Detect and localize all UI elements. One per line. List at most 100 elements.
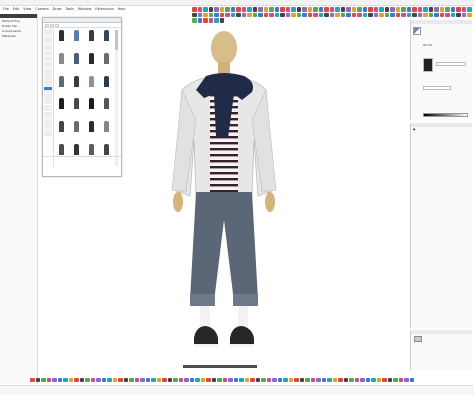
tab-edit[interactable]	[428, 44, 432, 46]
toolbar-tool-icon[interactable]	[390, 7, 395, 12]
library-thumbnail[interactable]	[100, 121, 113, 137]
toolbar-tool-icon[interactable]	[101, 377, 106, 383]
toolbar-tool-icon[interactable]	[461, 7, 466, 12]
toolbar-tool-icon[interactable]	[398, 377, 403, 383]
toolbar-tool-icon[interactable]	[305, 377, 310, 383]
toolbar-tool-icon[interactable]	[118, 377, 123, 383]
toolbar-tool-icon[interactable]	[329, 12, 334, 17]
toolbar-tool-icon[interactable]	[208, 7, 213, 12]
toolbar-tool-icon[interactable]	[258, 7, 263, 12]
toolbar-tool-icon[interactable]	[192, 7, 197, 12]
toolbar-tool-icon[interactable]	[384, 12, 389, 17]
toolbar-tool-icon[interactable]	[318, 12, 323, 17]
toolbar-tool-icon[interactable]	[401, 12, 406, 17]
toolbar-tool-icon[interactable]	[241, 7, 246, 12]
component-library-window[interactable]	[42, 17, 122, 177]
toolbar-tool-icon[interactable]	[428, 12, 433, 17]
toolbar-tool-icon[interactable]	[247, 12, 252, 17]
toolbar-tool-icon[interactable]	[134, 377, 139, 383]
toolbar-tool-icon[interactable]	[230, 7, 235, 12]
toolbar-tool-icon[interactable]	[52, 377, 57, 383]
toolbar-tool-icon[interactable]	[467, 7, 472, 12]
toolbar-tool-icon[interactable]	[417, 7, 422, 12]
library-thumbnail[interactable]	[85, 98, 98, 114]
toolbar-tool-icon[interactable]	[239, 377, 244, 383]
toolbar-tool-icon[interactable]	[294, 377, 299, 383]
toolbar-tool-icon[interactable]	[250, 377, 255, 383]
toolbar-tool-icon[interactable]	[272, 377, 277, 383]
library-thumbnail[interactable]	[55, 121, 68, 137]
menu-item[interactable]: Edit	[13, 7, 20, 11]
toolbar-tool-icon[interactable]	[244, 377, 249, 383]
tab-browse[interactable]	[423, 44, 427, 46]
toolbar-tool-icon[interactable]	[96, 377, 101, 383]
toolbar-tool-icon[interactable]	[439, 7, 444, 12]
toolbar-tool-icon[interactable]	[68, 377, 73, 383]
toolbar-tool-icon[interactable]	[283, 377, 288, 383]
toolbar-tool-icon[interactable]	[90, 377, 95, 383]
menu-item[interactable]: Window	[78, 7, 91, 11]
toolbar-tool-icon[interactable]	[346, 7, 351, 12]
toolbar-tool-icon[interactable]	[362, 12, 367, 17]
toolbar-tool-icon[interactable]	[404, 377, 409, 383]
toolbar-tool-icon[interactable]	[74, 377, 79, 383]
toolbar-tool-icon[interactable]	[219, 7, 224, 12]
toolbar-tool-icon[interactable]	[445, 7, 450, 12]
toolbar-tool-icon[interactable]	[222, 377, 227, 383]
toolbar-tool-icon[interactable]	[230, 12, 235, 17]
toolbar-tool-icon[interactable]	[151, 377, 156, 383]
menu-item[interactable]: Extensions	[95, 7, 113, 11]
toolbar-tool-icon[interactable]	[360, 377, 365, 383]
toolbar-tool-icon[interactable]	[241, 12, 246, 17]
library-thumbnail[interactable]	[55, 98, 68, 114]
toolbar-tool-icon[interactable]	[225, 7, 230, 12]
toolbar-tool-icon[interactable]	[291, 12, 296, 17]
toolbar-tool-icon[interactable]	[318, 7, 323, 12]
toolbar-tool-icon[interactable]	[211, 377, 216, 383]
toolbar-tool-icon[interactable]	[412, 7, 417, 12]
layer-row[interactable]: ●	[411, 127, 472, 131]
toolbar-tool-icon[interactable]	[456, 7, 461, 12]
toolbar-tool-icon[interactable]	[35, 377, 40, 383]
toolbar-tool-icon[interactable]	[203, 12, 208, 17]
library-thumbnail[interactable]	[100, 52, 113, 69]
toolbar-tool-icon[interactable]	[467, 12, 472, 17]
toolbar-tool-icon[interactable]	[302, 7, 307, 12]
toolbar-tool-icon[interactable]	[327, 377, 332, 383]
toolbar-tool-icon[interactable]	[393, 377, 398, 383]
toolbar-tool-icon[interactable]	[145, 377, 150, 383]
toolbar-tool-icon[interactable]	[173, 377, 178, 383]
mannequin-figure[interactable]	[171, 31, 277, 347]
toolbar-tool-icon[interactable]	[332, 377, 337, 383]
toolbar-tool-icon[interactable]	[233, 377, 238, 383]
toolbar-tool-icon[interactable]	[324, 7, 329, 12]
toolbar-tool-icon[interactable]	[225, 12, 230, 17]
toolbar-tool-icon[interactable]	[263, 7, 268, 12]
toolbar-tool-icon[interactable]	[192, 12, 197, 17]
library-thumbnail[interactable]	[85, 121, 98, 137]
toolbar-tool-icon[interactable]	[340, 12, 345, 17]
color-value-field[interactable]	[436, 62, 466, 66]
menu-item[interactable]: View	[23, 7, 31, 11]
library-thumbnail[interactable]	[70, 75, 83, 92]
toolbar-tool-icon[interactable]	[401, 7, 406, 12]
toolbar-tool-icon[interactable]	[373, 7, 378, 12]
toolbar-tool-icon[interactable]	[299, 377, 304, 383]
texture-field[interactable]	[423, 86, 451, 90]
menu-item[interactable]: File	[3, 7, 9, 11]
toolbar-tool-icon[interactable]	[291, 7, 296, 12]
menu-item[interactable]: Draw	[53, 7, 62, 11]
toolbar-tool-icon[interactable]	[266, 377, 271, 383]
toolbar-tool-icon[interactable]	[406, 12, 411, 17]
toolbar-tool-icon[interactable]	[236, 7, 241, 12]
library-thumbnail[interactable]	[70, 121, 83, 137]
toolbar-tool-icon[interactable]	[261, 377, 266, 383]
toolbar-tool-icon[interactable]	[140, 377, 145, 383]
toolbar-tool-icon[interactable]	[46, 377, 51, 383]
toolbar-tool-icon[interactable]	[351, 12, 356, 17]
layer-visibility-icon[interactable]: ●	[413, 128, 415, 131]
toolbar-tool-icon[interactable]	[362, 7, 367, 12]
toolbar-tool-icon[interactable]	[296, 12, 301, 17]
toolbar-tool-icon[interactable]	[252, 7, 257, 12]
toolbar-tool-icon[interactable]	[107, 377, 112, 383]
